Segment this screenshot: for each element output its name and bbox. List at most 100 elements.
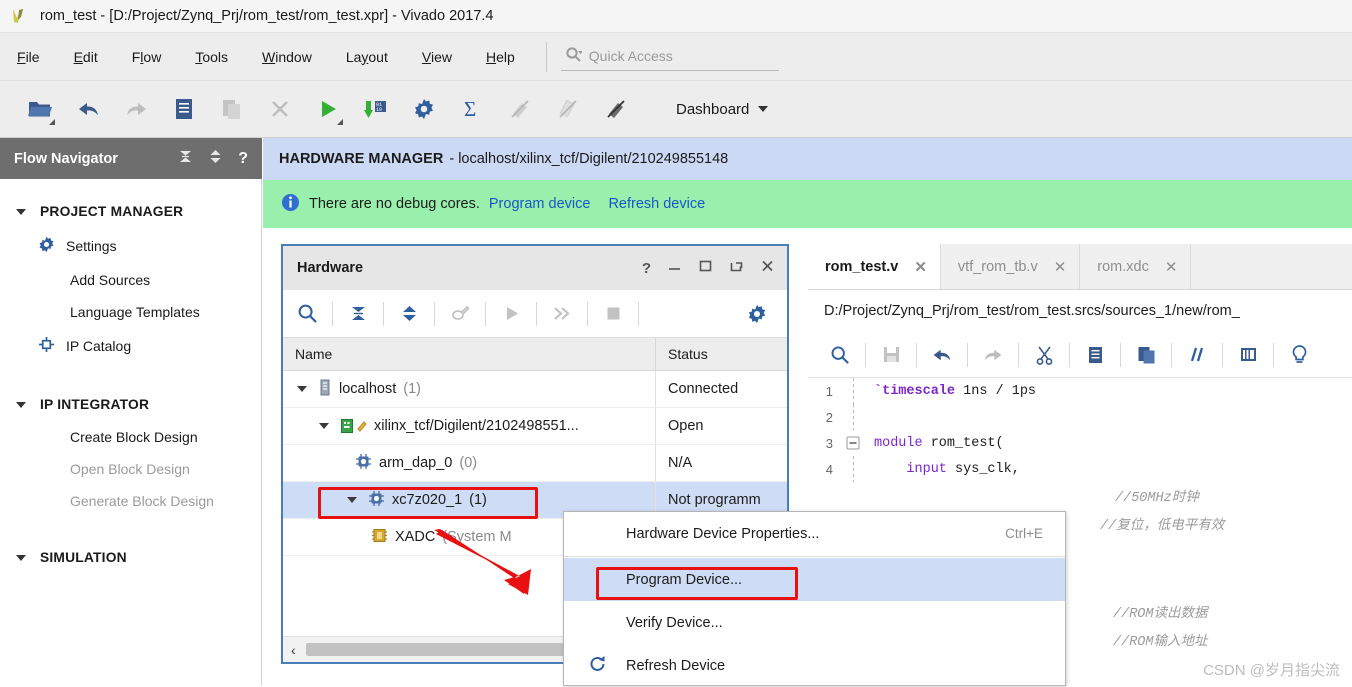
program-device-link[interactable]: Program device [489, 196, 591, 212]
row-label: localhost [339, 381, 397, 397]
close-icon[interactable] [760, 259, 775, 277]
sidebar-item-add-sources[interactable]: Add Sources [0, 264, 261, 296]
code-text: module rom_test( [874, 435, 1004, 451]
cut-icon[interactable] [1024, 337, 1064, 373]
code-line: 1 `timescale 1ns / 1ps [808, 378, 1352, 404]
menu-edit[interactable]: Edit [57, 44, 115, 70]
open-project-icon[interactable] [16, 89, 64, 129]
sidebar-item-settings[interactable]: Settings [0, 228, 261, 264]
flow-navigator-title: Flow Navigator [14, 150, 118, 167]
chip-icon [368, 490, 385, 511]
menu-item-program-device[interactable]: Program Device... [564, 558, 1065, 601]
marker-disabled-icon [496, 89, 544, 129]
expand-all-icon[interactable] [389, 296, 429, 332]
table-row[interactable]: arm_dap_0 (0) N/A [283, 445, 787, 482]
menu-item-verify-device[interactable]: Verify Device... [564, 601, 1065, 644]
close-icon[interactable]: ✕ [914, 258, 927, 276]
new-file-icon[interactable] [160, 89, 208, 129]
search-icon[interactable] [287, 296, 327, 332]
code-line: 2 [808, 404, 1352, 430]
search-icon[interactable] [820, 337, 860, 373]
menu-bar: FFileile Edit Flow Tools Window Layout V… [0, 33, 1352, 81]
flow-group-simulation[interactable]: SIMULATION [0, 541, 261, 574]
fold-toggle-icon[interactable] [842, 436, 864, 450]
collapse-all-icon[interactable] [178, 149, 193, 168]
tab-label: rom.xdc [1097, 258, 1149, 275]
menu-item-refresh-device[interactable]: Refresh Device [564, 644, 1065, 687]
flow-group-ip-integrator[interactable]: IP INTEGRATOR [0, 388, 261, 421]
menu-tools[interactable]: Tools [178, 44, 245, 70]
bulb-icon[interactable] [1279, 337, 1319, 373]
toolbar-divider [1120, 342, 1121, 367]
copy-icon[interactable] [1075, 337, 1115, 373]
toolbar-divider [916, 342, 917, 367]
sidebar-item-language-templates[interactable]: Language Templates [0, 296, 261, 328]
float-icon[interactable] [729, 259, 744, 277]
settings-gear-icon[interactable] [400, 89, 448, 129]
run-icon[interactable] [304, 89, 352, 129]
server-icon [318, 379, 332, 400]
chevron-down-icon[interactable] [319, 423, 329, 429]
menu-view[interactable]: View [405, 44, 469, 70]
paste-icon[interactable] [1126, 337, 1166, 373]
toolbar-divider [1171, 342, 1172, 367]
chevron-down-icon[interactable] [297, 386, 307, 392]
menu-flow[interactable]: Flow [115, 44, 179, 70]
close-icon[interactable]: ✕ [1165, 258, 1178, 276]
row-count: (1) [469, 492, 487, 508]
tab-rom-xdc[interactable]: rom.xdc ✕ [1080, 244, 1192, 289]
hardware-manager-header: HARDWARE MANAGER - localhost/xilinx_tcf/… [263, 138, 1352, 180]
flow-navigator-body: PROJECT MANAGER Settings Add Sources Lan… [0, 179, 262, 686]
menu-item-hardware-device-properties[interactable]: Hardware Device Properties... Ctrl+E [564, 512, 1065, 555]
sidebar-item-create-block-design[interactable]: Create Block Design [0, 421, 261, 453]
chevron-down-icon[interactable] [347, 497, 357, 503]
menu-window[interactable]: Window [245, 44, 329, 70]
minimize-icon[interactable] [667, 259, 682, 277]
help-icon[interactable]: ? [238, 150, 248, 168]
maximize-icon[interactable] [698, 259, 713, 277]
hardware-table-header: Name Status [283, 338, 787, 371]
gear-icon [38, 236, 55, 256]
help-icon[interactable]: ? [642, 260, 651, 277]
vivado-logo-icon [10, 6, 30, 26]
comment-icon[interactable] [1177, 337, 1217, 373]
table-row[interactable]: localhost (1) Connected [283, 371, 787, 408]
undo-icon[interactable] [922, 337, 962, 373]
line-number: 4 [825, 461, 833, 477]
menu-layout[interactable]: Layout [329, 44, 405, 70]
tab-vtf-rom-tb-v[interactable]: vtf_rom_tb.v ✕ [941, 244, 1081, 289]
fold-guide [842, 404, 864, 430]
svg-text:Σ: Σ [464, 98, 476, 120]
indent-icon[interactable] [1228, 337, 1268, 373]
close-icon[interactable]: ✕ [1054, 258, 1067, 276]
scroll-left-icon[interactable]: ‹ [287, 642, 300, 658]
sidebar-item-label: Settings [66, 238, 117, 254]
column-header-status[interactable]: Status [655, 338, 787, 370]
row-count: (System M [442, 529, 512, 545]
program-device-icon[interactable]: 01 10 [352, 89, 400, 129]
chevron-down-icon [16, 208, 26, 215]
toolbar-divider [485, 301, 486, 326]
undo-icon[interactable] [64, 89, 112, 129]
ip-catalog-icon [38, 336, 55, 356]
quick-access-box[interactable]: Quick Access [560, 43, 779, 71]
chip-icon [355, 453, 372, 474]
table-row[interactable]: xilinx_tcf/Digilent/2102498551... Open [283, 408, 787, 445]
menu-file[interactable]: FFileile [0, 44, 57, 70]
refresh-device-link[interactable]: Refresh device [608, 196, 705, 212]
toolbar-divider [536, 301, 537, 326]
sigma-report-icon[interactable]: Σ [448, 89, 496, 129]
expand-collapse-icon[interactable] [209, 149, 222, 168]
context-menu: Hardware Device Properties... Ctrl+E Pro… [563, 511, 1066, 686]
flow-group-project-manager[interactable]: PROJECT MANAGER [0, 195, 261, 228]
column-header-name[interactable]: Name [283, 346, 655, 362]
sidebar-item-ip-catalog[interactable]: IP Catalog [0, 328, 261, 364]
menu-help[interactable]: Help [469, 44, 532, 70]
unmark-icon[interactable] [592, 89, 640, 129]
info-icon [281, 193, 300, 216]
main-toolbar: 01 10 Σ Dashboard [0, 81, 1352, 138]
settings-gear-icon[interactable] [737, 296, 777, 332]
collapse-all-icon[interactable] [338, 296, 378, 332]
tab-rom-test-v[interactable]: rom_test.v ✕ [808, 244, 941, 289]
dashboard-button[interactable]: Dashboard [676, 101, 769, 118]
